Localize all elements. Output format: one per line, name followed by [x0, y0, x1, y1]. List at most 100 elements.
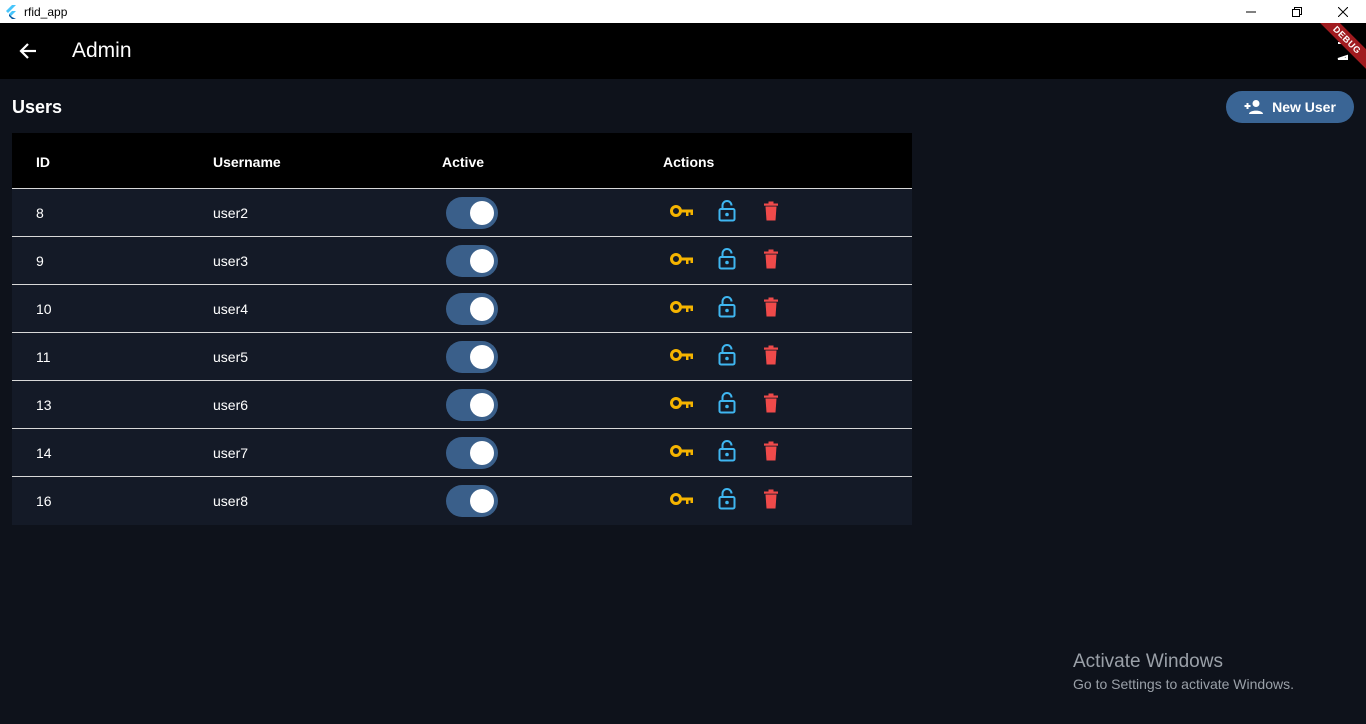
active-toggle[interactable] [446, 293, 498, 325]
cell-id: 14 [36, 445, 52, 461]
table-row: 8 user2 [12, 189, 912, 237]
minimize-icon [1246, 11, 1256, 12]
table-row: 13 user6 [12, 381, 912, 429]
lock-open-icon [718, 343, 736, 371]
window-title: rfid_app [24, 4, 68, 19]
delete-icon [763, 297, 779, 322]
delete-icon [763, 249, 779, 274]
table-row: 9 user3 [12, 237, 912, 285]
key-icon [670, 300, 694, 319]
active-toggle[interactable] [446, 245, 498, 277]
toggle-knob [470, 201, 494, 225]
header-username: Username [213, 154, 281, 170]
lock-open-icon [718, 247, 736, 275]
watermark-subtitle: Go to Settings to activate Windows. [1073, 676, 1294, 692]
key-icon [670, 444, 694, 463]
reset-password-button[interactable] [670, 249, 694, 273]
reset-password-button[interactable] [670, 393, 694, 417]
table-body: 8 user2 9 user3 10 user4 11 user5 13 use… [12, 189, 912, 525]
delete-icon [763, 201, 779, 226]
minimize-button[interactable] [1228, 0, 1274, 23]
unlock-button[interactable] [715, 343, 739, 371]
cell-username: user2 [213, 205, 249, 221]
table-row: 16 user8 [12, 477, 912, 525]
cell-id: 9 [36, 253, 44, 269]
delete-button[interactable] [759, 345, 783, 369]
active-toggle[interactable] [446, 485, 498, 517]
unlock-button[interactable] [715, 247, 739, 275]
close-icon [1338, 6, 1348, 17]
person-add-icon [1244, 100, 1264, 114]
lock-open-icon [718, 199, 736, 227]
delete-icon [763, 345, 779, 370]
delete-button[interactable] [759, 441, 783, 465]
delete-icon [763, 393, 779, 418]
app-bar: Admin DEBUG [0, 23, 1366, 79]
unlock-button[interactable] [715, 295, 739, 323]
watermark-title: Activate Windows [1073, 651, 1223, 672]
cell-username: user7 [213, 445, 249, 461]
back-button[interactable] [12, 35, 44, 67]
cell-id: 8 [36, 205, 44, 221]
key-icon [670, 252, 694, 271]
activate-windows-watermark: Activate Windows Go to Settings to activ… [1073, 651, 1294, 692]
reset-password-button[interactable] [670, 489, 694, 513]
reset-password-button[interactable] [670, 345, 694, 369]
cell-username: user8 [213, 493, 249, 509]
delete-button[interactable] [759, 393, 783, 417]
cell-username: user3 [213, 253, 249, 269]
delete-icon [763, 489, 779, 514]
lock-open-icon [718, 487, 736, 515]
unlock-button[interactable] [715, 391, 739, 417]
active-toggle[interactable] [446, 437, 498, 469]
arrow-back-icon [19, 43, 36, 59]
active-toggle[interactable] [446, 389, 498, 421]
toggle-knob [470, 249, 494, 273]
cell-id: 13 [36, 397, 52, 413]
toggle-knob [470, 345, 494, 369]
key-icon [670, 492, 694, 511]
delete-button[interactable] [759, 249, 783, 273]
delete-icon [763, 441, 779, 466]
users-heading: Users [12, 97, 63, 117]
key-icon [670, 396, 694, 415]
new-user-button[interactable]: New User [1226, 91, 1354, 123]
reset-password-button[interactable] [670, 297, 694, 321]
cell-id: 16 [36, 493, 52, 509]
users-table: ID Username Active Actions 8 user2 9 use… [12, 133, 912, 525]
delete-button[interactable] [759, 489, 783, 513]
new-user-label: New User [1272, 99, 1336, 115]
key-icon [670, 204, 694, 223]
toggle-knob [470, 489, 494, 513]
reset-password-button[interactable] [670, 441, 694, 465]
restore-button[interactable] [1274, 0, 1320, 23]
window-controls [1228, 0, 1366, 23]
restore-icon [1292, 6, 1302, 17]
cell-id: 10 [36, 301, 52, 317]
reset-password-button[interactable] [670, 201, 694, 225]
lock-open-icon [718, 295, 736, 323]
window-titlebar: rfid_app [0, 0, 1366, 23]
close-button[interactable] [1320, 0, 1366, 23]
active-toggle[interactable] [446, 197, 498, 229]
active-toggle[interactable] [446, 341, 498, 373]
lock-open-icon [718, 439, 736, 467]
cell-username: user4 [213, 301, 249, 317]
table-row: 14 user7 [12, 429, 912, 477]
delete-button[interactable] [759, 201, 783, 225]
header-active: Active [442, 154, 485, 170]
cell-id: 11 [36, 349, 51, 365]
cell-username: user6 [213, 397, 249, 413]
toggle-knob [470, 441, 494, 465]
toggle-knob [470, 297, 494, 321]
header-id: ID [36, 154, 50, 170]
toggle-knob [470, 393, 494, 417]
delete-button[interactable] [759, 297, 783, 321]
unlock-button[interactable] [715, 199, 739, 227]
table-row: 10 user4 [12, 285, 912, 333]
unlock-button[interactable] [715, 487, 739, 515]
table-row: 11 user5 [12, 333, 912, 381]
key-icon [670, 348, 694, 367]
cell-username: user5 [213, 349, 249, 365]
unlock-button[interactable] [715, 439, 739, 467]
